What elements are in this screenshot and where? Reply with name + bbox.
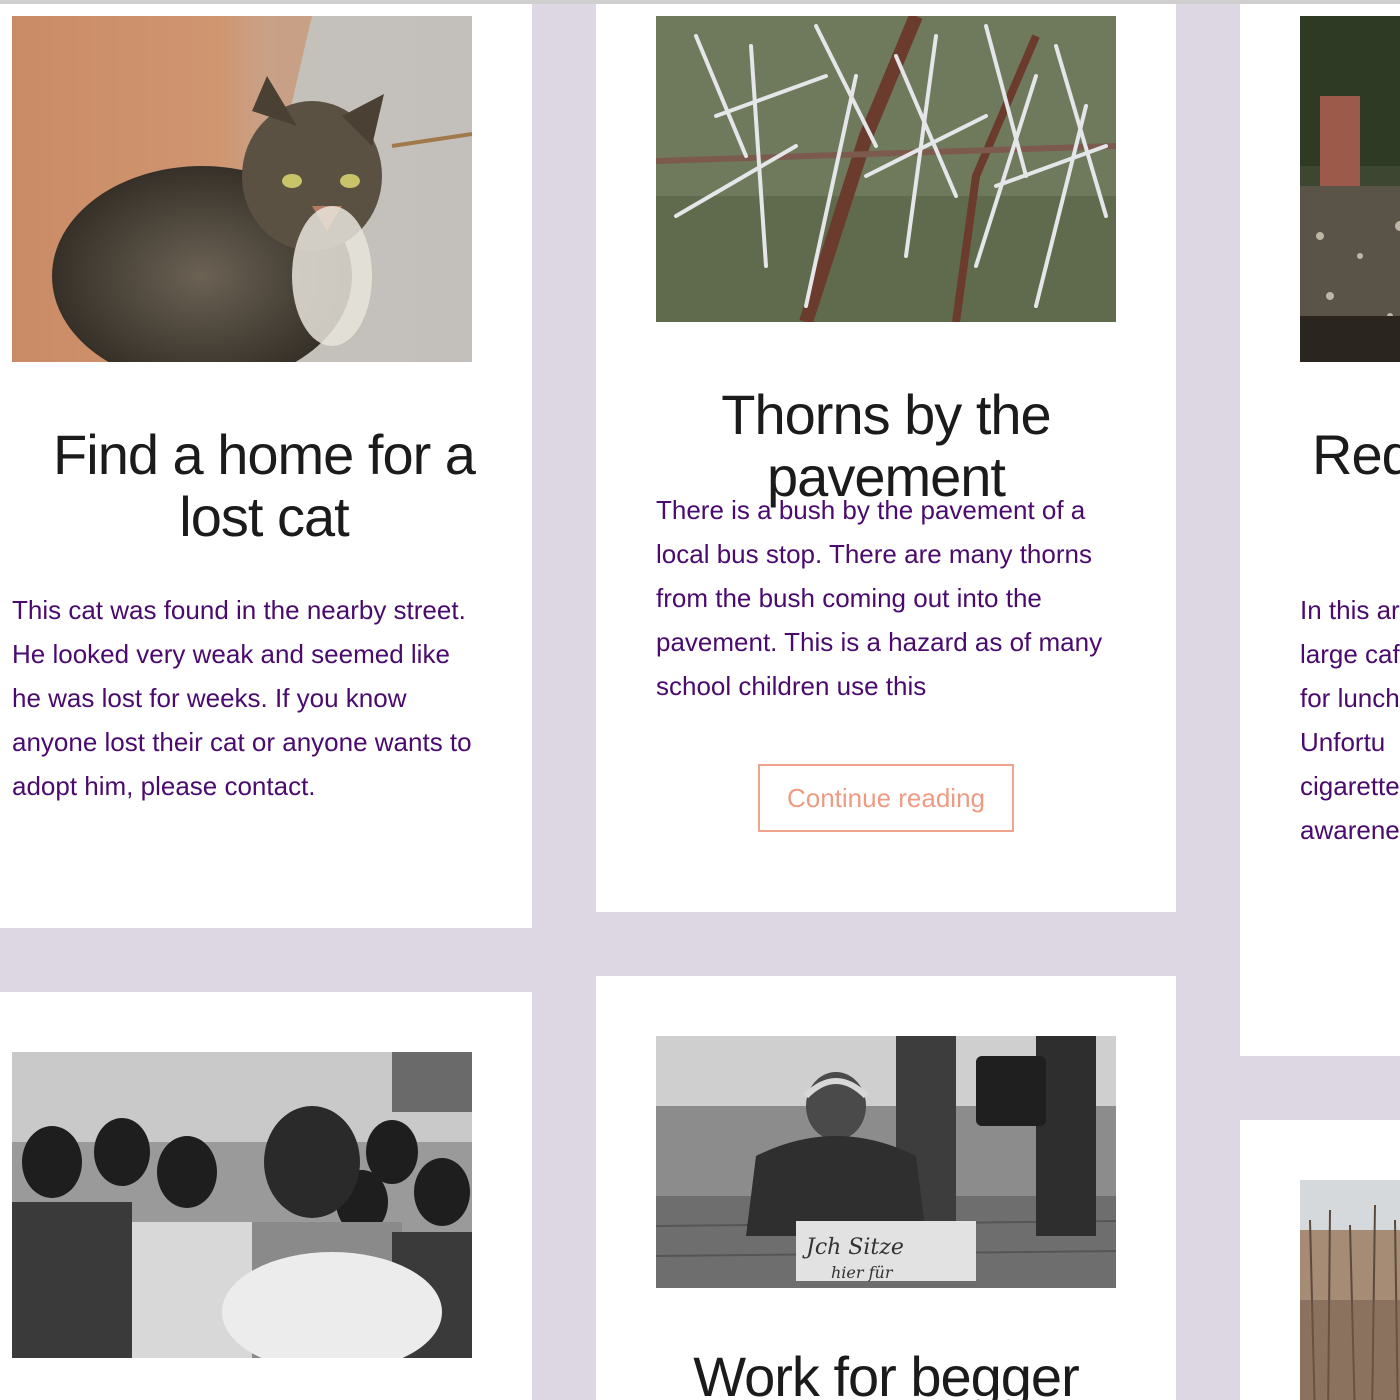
post-card-partial-right: Requ In this ar large caf for lunch Unfo… [1240, 4, 1400, 1056]
excerpt-line: In this ar [1300, 595, 1400, 625]
post-card-lost-cat: Find a home for a lost cat This cat was … [0, 4, 532, 928]
thorn-bush-photo-icon [656, 16, 1116, 322]
post-excerpt: In this ar large caf for lunch Unfortu c… [1300, 588, 1400, 852]
post-image-children[interactable] [12, 1052, 472, 1358]
excerpt-line: for lunch [1300, 683, 1400, 713]
winter-trees-photo-icon [1300, 1180, 1400, 1400]
cat-photo-icon [12, 16, 472, 362]
excerpt-line: cigarette [1300, 771, 1400, 801]
post-excerpt: This cat was found in the nearby street.… [12, 595, 472, 801]
excerpt-line: large caf [1300, 639, 1400, 669]
post-title[interactable]: Requ [1312, 424, 1400, 486]
post-card-partial-bottom-right [1240, 1120, 1400, 1400]
excerpt-line: Unfortu [1300, 727, 1386, 757]
post-card-thorns: Thorns by the pavement There is a bush b… [596, 4, 1176, 912]
post-card-children [0, 992, 532, 1400]
post-card-begger: Jch Sitze hier für Work for begger [596, 976, 1176, 1400]
park-ground-photo-icon [1300, 16, 1400, 362]
post-image-park[interactable] [1300, 16, 1400, 362]
continue-reading-button[interactable]: Continue reading [758, 764, 1014, 832]
post-title[interactable]: Find a home for a lost cat [26, 424, 502, 548]
post-image-begger[interactable]: Jch Sitze hier für [656, 1036, 1116, 1288]
excerpt-line: awarene [1300, 815, 1400, 845]
post-image-thorns[interactable] [656, 16, 1116, 322]
post-image-cat[interactable] [12, 16, 472, 362]
post-title[interactable]: Work for begger [636, 1346, 1136, 1400]
children-photo-icon [12, 1052, 472, 1358]
post-excerpt: There is a bush by the pavement of a loc… [656, 495, 1103, 701]
man-sitting-sign-photo-icon: Jch Sitze hier für [656, 1036, 1116, 1288]
svg-text:hier für: hier für [831, 1263, 894, 1282]
sign-text: Jch Sitze [802, 1235, 904, 1260]
post-image-trees[interactable] [1300, 1180, 1400, 1400]
